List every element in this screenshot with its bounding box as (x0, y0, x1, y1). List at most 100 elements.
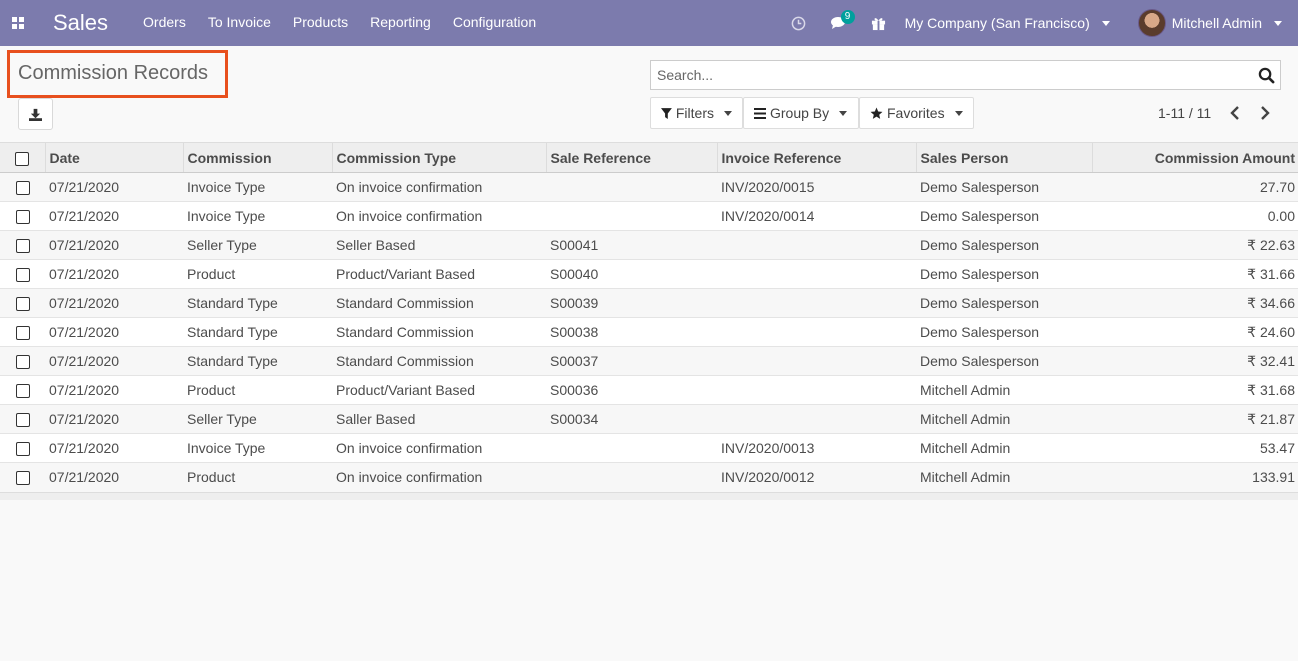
row-checkbox[interactable] (15, 210, 30, 225)
filter-icon (661, 107, 672, 119)
cell-commission-type: Standard Commission (332, 317, 546, 347)
cell-commission-amount: ₹ 32.41 (1092, 346, 1298, 376)
menu-products[interactable]: Products (282, 0, 359, 46)
activity-button[interactable] (779, 0, 819, 46)
cell-date: 07/21/2020 (45, 288, 183, 318)
apps-menu-button[interactable] (0, 0, 36, 46)
table-row[interactable]: 07/21/2020 Product Product/Variant Based S0… (0, 259, 1298, 289)
menu-reporting[interactable]: Reporting (359, 0, 442, 46)
table-header-row: Date Commission Commission Type Sale Ref… (0, 142, 1298, 173)
column-header-commission-amount[interactable]: Commission Amount (1091, 142, 1298, 173)
table-row[interactable]: 07/21/2020 Seller Type Saller Based S00034 M… (0, 404, 1298, 434)
table-row[interactable]: 07/21/2020 Standard Type Standard Commissi… (0, 288, 1298, 318)
cell-date: 07/21/2020 (45, 259, 183, 289)
cell-commission: Standard Type (183, 317, 332, 347)
column-header-date[interactable]: Date (44, 142, 183, 173)
cell-commission-amount: ₹ 31.66 (1092, 259, 1298, 289)
chevron-left-icon (1230, 106, 1239, 120)
table-row[interactable]: 07/21/2020 Invoice Type On invoice confirm… (0, 172, 1298, 202)
list-icon (754, 107, 766, 119)
table-row[interactable]: 07/21/2020 Standard Type Standard Commissi… (0, 346, 1298, 376)
search-button[interactable] (1252, 61, 1280, 89)
row-select-cell (0, 172, 45, 202)
cell-invoice-reference (717, 288, 916, 318)
row-checkbox[interactable] (15, 181, 30, 196)
cell-sale-reference: S00041 (546, 230, 717, 260)
row-checkbox[interactable] (15, 355, 30, 370)
group-by-label: Group By (770, 105, 830, 121)
row-select-cell (0, 433, 45, 463)
cell-invoice-reference: INV/2020/0015 (717, 172, 916, 202)
cell-commission-type: On invoice confirmation (332, 462, 546, 492)
cell-sales-person: Demo Salesperson (916, 346, 1092, 376)
cell-sales-person: Mitchell Admin (916, 433, 1092, 463)
row-checkbox[interactable] (15, 297, 30, 312)
pager-previous-button[interactable] (1223, 101, 1247, 125)
table-row[interactable]: 07/21/2020 Standard Type Standard Commissi… (0, 317, 1298, 347)
cell-sale-reference: S00039 (546, 288, 717, 318)
table-row[interactable]: 07/21/2020 Product Product/Variant Based S0… (0, 375, 1298, 405)
cell-sale-reference (546, 462, 717, 492)
table-row[interactable]: 07/21/2020 Invoice Type On invoice confirm… (0, 201, 1298, 231)
row-checkbox[interactable] (15, 413, 30, 428)
cell-date: 07/21/2020 (45, 201, 183, 231)
row-checkbox[interactable] (15, 268, 30, 283)
favorites-button[interactable]: Favorites (859, 97, 974, 129)
row-checkbox[interactable] (15, 384, 30, 399)
cell-commission: Seller Type (183, 230, 332, 260)
user-menu[interactable]: Mitchell Admin (1120, 9, 1298, 37)
column-header-sale-reference[interactable]: Sale Reference (545, 142, 717, 173)
cell-commission-type: Product/Variant Based (332, 375, 546, 405)
column-header-sales-person[interactable]: Sales Person (915, 142, 1092, 173)
cell-commission: Product (183, 462, 332, 492)
search-bar (650, 60, 1281, 90)
row-select-cell (0, 462, 45, 492)
cell-commission-type: On invoice confirmation (332, 433, 546, 463)
cell-commission-amount: ₹ 21.87 (1092, 404, 1298, 434)
cell-commission-amount: ₹ 31.68 (1092, 375, 1298, 405)
cell-commission-amount: ₹ 24.60 (1092, 317, 1298, 347)
table-row[interactable]: 07/21/2020 Invoice Type On invoice confirm… (0, 433, 1298, 463)
gift-button[interactable] (859, 0, 899, 46)
cell-commission: Product (183, 259, 332, 289)
cell-date: 07/21/2020 (45, 230, 183, 260)
pager-next-button[interactable] (1253, 101, 1277, 125)
column-header-commission[interactable]: Commission (182, 142, 332, 173)
row-checkbox[interactable] (15, 471, 30, 486)
column-header-invoice-reference[interactable]: Invoice Reference (716, 142, 916, 173)
cell-sales-person: Demo Salesperson (916, 201, 1092, 231)
clock-icon (791, 16, 806, 30)
search-icon (1258, 67, 1274, 83)
app-brand[interactable]: Sales (53, 10, 108, 36)
chevron-down-icon (1101, 20, 1110, 26)
group-by-button[interactable]: Group By (743, 97, 859, 129)
menu-configuration[interactable]: Configuration (442, 0, 547, 46)
search-input[interactable] (651, 61, 1252, 89)
commission-list: Date Commission Commission Type Sale Ref… (0, 142, 1298, 500)
export-button[interactable] (18, 98, 53, 130)
chevron-down-icon (724, 110, 732, 116)
row-checkbox[interactable] (15, 326, 30, 341)
company-switcher[interactable]: My Company (San Francisco) (899, 15, 1120, 31)
table-row[interactable]: 07/21/2020 Product On invoice confirmation… (0, 462, 1298, 492)
company-name: My Company (San Francisco) (904, 15, 1090, 31)
filters-button[interactable]: Filters (650, 97, 743, 129)
cell-commission-amount: ₹ 22.63 (1092, 230, 1298, 260)
pager-value[interactable]: 1-11 / 11 (1158, 105, 1211, 121)
chevron-down-icon (839, 110, 848, 116)
menu-orders[interactable]: Orders (132, 0, 197, 46)
row-select-cell (0, 346, 45, 376)
chevron-down-icon (954, 110, 963, 116)
menu-to-invoice[interactable]: To Invoice (197, 0, 282, 46)
row-checkbox[interactable] (15, 239, 30, 254)
row-checkbox[interactable] (15, 442, 30, 457)
column-header-commission-type[interactable]: Commission Type (331, 142, 546, 173)
select-all-checkbox[interactable] (15, 151, 30, 166)
cell-date: 07/21/2020 (45, 346, 183, 376)
cell-invoice-reference (717, 259, 916, 289)
cell-sales-person: Mitchell Admin (916, 375, 1092, 405)
cell-commission: Standard Type (183, 288, 332, 318)
cell-invoice-reference (717, 404, 916, 434)
messages-button[interactable]: 9 (819, 0, 859, 46)
table-row[interactable]: 07/21/2020 Seller Type Seller Based S00041 D… (0, 230, 1298, 260)
